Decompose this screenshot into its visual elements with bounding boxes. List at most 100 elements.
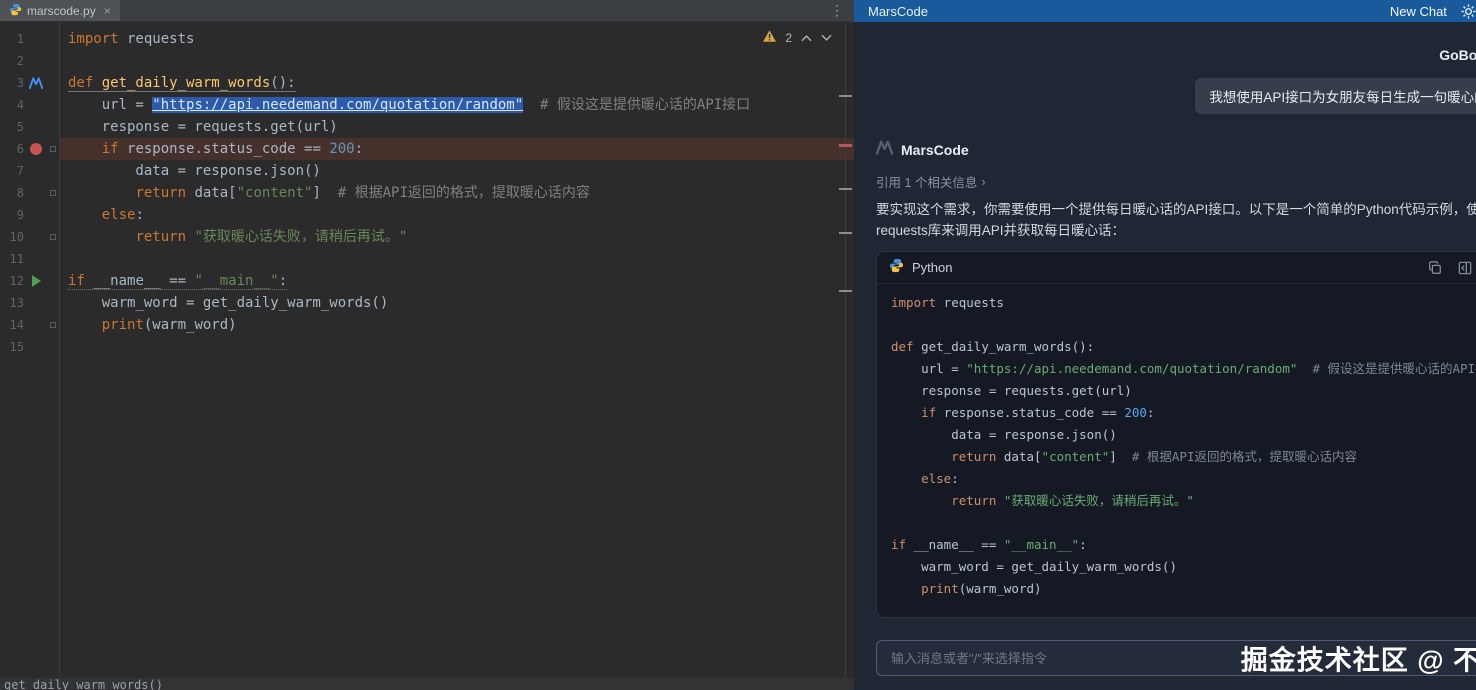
gutter-line[interactable]: 14 [0, 314, 59, 336]
code-token: # 根据API返回的格式，提取暖心话内容 [337, 185, 590, 201]
code-token: url = [68, 97, 153, 113]
code-token: (): [270, 75, 296, 91]
settings-gear-icon[interactable] [1461, 3, 1476, 19]
fold-marker[interactable] [48, 190, 58, 196]
python-icon [889, 258, 904, 278]
code-token: __name__ == [913, 537, 1004, 552]
code-block-content[interactable]: import requests def get_daily_warm_words(… [877, 284, 1476, 617]
fold-marker[interactable] [48, 146, 58, 152]
code-token: : [951, 471, 959, 486]
fold-marker[interactable] [48, 234, 58, 240]
code-line: if response.status_code == 200: [891, 402, 1476, 424]
line-number[interactable]: 4 [0, 98, 24, 112]
code-line: import requests [60, 28, 854, 50]
assistant-answer-text: 要实现这个需求，你需要使用一个提供每日暖心话的API接口。以下是一个简单的Pyt… [876, 202, 1476, 238]
code-token: "获取暖心话失败，请稍后再试。" [1003, 493, 1194, 508]
gutter-line[interactable]: 10 [0, 226, 59, 248]
code-token: response = requests.get(url) [891, 383, 1132, 398]
line-number[interactable]: 10 [0, 230, 24, 244]
code-editor-area[interactable]: import requests def get_daily_warm_words(… [60, 22, 854, 678]
code-line: else: [60, 204, 854, 226]
breakpoint-stripe-mark[interactable] [839, 144, 852, 147]
insert-code-icon[interactable] [1458, 261, 1472, 275]
code-token: requests [936, 295, 1004, 310]
gutter-line[interactable]: 5 [0, 116, 59, 138]
warning-count: 2 [785, 30, 792, 45]
reference-toggle[interactable]: 引用 1 个相关信息 › [876, 172, 1476, 191]
line-number[interactable]: 2 [0, 54, 24, 68]
line-number[interactable]: 13 [0, 296, 24, 310]
gutter-line[interactable]: 1 [0, 28, 59, 50]
code-line: url = "https://api.needemand.com/quotati… [891, 358, 1476, 380]
error-stripe-mark[interactable] [839, 290, 852, 292]
gutter-line[interactable]: 11 [0, 248, 59, 270]
breakpoint-icon[interactable] [24, 143, 48, 155]
line-number[interactable]: 1 [0, 32, 24, 46]
gutter-line[interactable]: 15 [0, 336, 59, 358]
code-block-header: Python [877, 252, 1476, 284]
code-token: : [278, 273, 288, 289]
error-stripe-mark[interactable] [839, 95, 852, 97]
gutter-line[interactable]: 3 [0, 72, 59, 94]
code-token: "https://api.needemand.com/quotation/ran… [152, 97, 524, 113]
line-number[interactable]: 3 [0, 76, 24, 90]
close-tab-icon[interactable]: × [104, 4, 111, 18]
code-line: print(warm_word) [891, 578, 1476, 600]
code-token: def [891, 339, 922, 354]
prev-warning-icon[interactable] [801, 31, 812, 45]
new-chat-button[interactable]: New Chat [1390, 4, 1447, 19]
code-line: url = "https://api.needemand.com/quotati… [60, 94, 854, 116]
gutter-line[interactable]: 8 [0, 182, 59, 204]
line-number[interactable]: 12 [0, 274, 24, 288]
marscode-logo [875, 140, 894, 160]
code-token: : [1146, 405, 1155, 420]
breadcrumb[interactable]: get_daily_warm_words() [0, 678, 854, 690]
gutter-line[interactable]: 6 [0, 138, 59, 160]
line-number[interactable]: 11 [0, 252, 24, 266]
editor-options-icon[interactable]: ⋮ [820, 0, 854, 21]
code-line: def get_daily_warm_words(): [60, 72, 854, 94]
line-number[interactable]: 14 [0, 318, 24, 332]
code-line: response = requests.get(url) [891, 380, 1476, 402]
code-token: else [101, 207, 136, 223]
code-line: response = requests.get(url) [60, 116, 854, 138]
tab-title: marscode.py [27, 3, 96, 18]
marscode-chat-panel: MarsCode New Chat − GoBoy 我想使用API接口为女朋友每… [854, 0, 1476, 690]
gutter-line[interactable]: 7 [0, 160, 59, 182]
editor-pane: marscode.py × ⋮ 1 2 3 4 5 6 7 8 9 10 11 12 13 14 15 im… [0, 0, 854, 690]
chat-body: GoBoy 我想使用API接口为女朋友每日生成一句暖心的话 MarsCode 引… [854, 22, 1476, 690]
line-number[interactable]: 15 [0, 340, 24, 354]
fold-marker[interactable] [48, 322, 58, 328]
code-token: if [101, 141, 128, 157]
tab-marscode-py[interactable]: marscode.py × [0, 0, 120, 21]
line-number[interactable]: 6 [0, 142, 24, 156]
marscode-gutter-icon[interactable] [24, 77, 48, 89]
line-number[interactable]: 8 [0, 186, 24, 200]
gutter-line[interactable]: 4 [0, 94, 59, 116]
gutter-line[interactable]: 2 [0, 50, 59, 72]
editor-gutter[interactable]: 1 2 3 4 5 6 7 8 9 10 11 12 13 14 15 [0, 22, 60, 678]
line-number[interactable]: 5 [0, 120, 24, 134]
run-icon[interactable] [24, 275, 48, 287]
code-token: __name__ == [93, 273, 195, 289]
user-message-bubble: 我想使用API接口为女朋友每日生成一句暖心的话 [1195, 78, 1476, 114]
gutter-line[interactable]: 9 [0, 204, 59, 226]
code-token: warm_word = get_daily_warm_words() [68, 295, 389, 311]
gutter-line[interactable]: 13 [0, 292, 59, 314]
code-token: response.status_code == [943, 405, 1125, 420]
gutter-line[interactable]: 12 [0, 270, 59, 292]
code-token: "获取暖心话失败，请稍后再试。" [194, 229, 408, 245]
copy-icon[interactable] [1428, 260, 1442, 275]
code-token: data[ [1003, 449, 1042, 464]
code-line: warm_word = get_daily_warm_words() [891, 556, 1476, 578]
error-stripe-mark[interactable] [839, 188, 852, 190]
line-number[interactable]: 7 [0, 164, 24, 178]
line-number[interactable]: 9 [0, 208, 24, 222]
code-line: print(warm_word) [60, 314, 854, 336]
code-token: # 根据API返回的格式，提取暖心话内容 [1131, 449, 1357, 464]
error-stripe-mark[interactable] [839, 232, 852, 234]
next-warning-icon[interactable] [821, 31, 832, 45]
